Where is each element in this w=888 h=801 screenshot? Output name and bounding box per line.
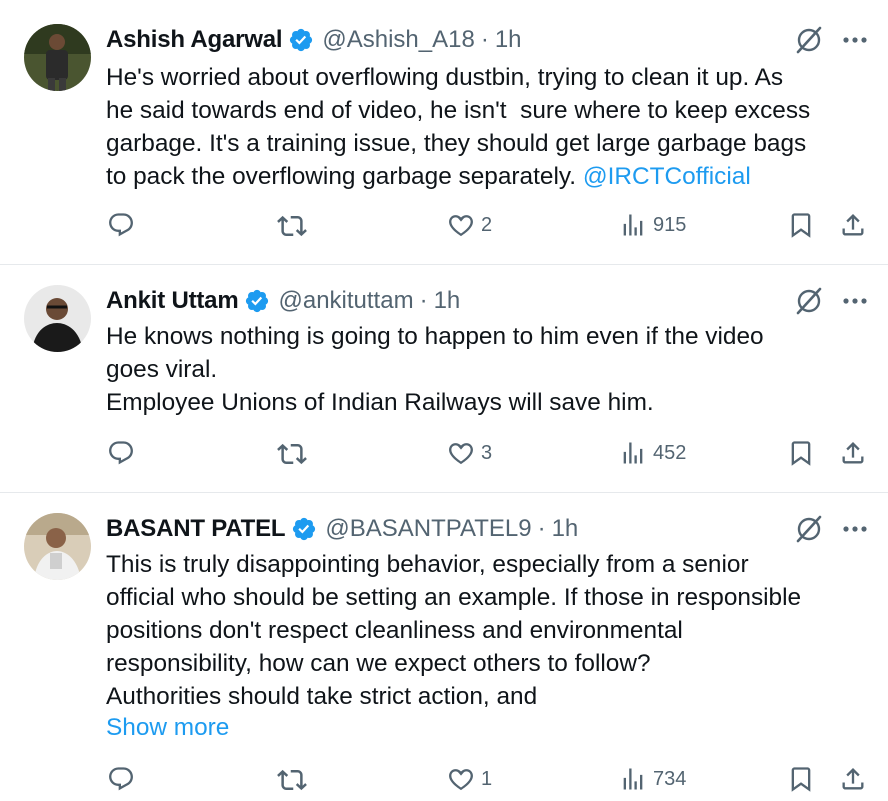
reply-icon — [109, 213, 133, 237]
tweet[interactable]: Ashish Agarwal @Ashish_A18 · 1h He's wor… — [0, 0, 888, 265]
display-name[interactable]: Ankit Uttam — [106, 287, 239, 315]
tweet-header: Ashish Agarwal @Ashish_A18 · 1h — [106, 25, 522, 55]
avatar[interactable] — [24, 24, 91, 91]
timestamp[interactable]: 1h — [552, 515, 579, 543]
heart-icon — [449, 215, 473, 237]
share-icon — [842, 768, 864, 790]
reply-button[interactable] — [107, 439, 135, 467]
reply-button[interactable] — [107, 211, 135, 239]
share-icon — [842, 442, 864, 464]
heart-icon — [449, 769, 473, 791]
tweet-text: He knows nothing is going to happen to h… — [106, 323, 764, 416]
view-count: 915 — [653, 213, 687, 236]
more-options-icon[interactable] — [840, 286, 870, 316]
like-button[interactable]: 2 — [447, 211, 492, 239]
avatar[interactable] — [24, 285, 91, 352]
share-button[interactable] — [839, 211, 867, 239]
bookmark-icon — [791, 441, 811, 466]
share-button[interactable] — [839, 439, 867, 467]
separator-dot: · — [419, 287, 428, 314]
views-button[interactable]: 452 — [619, 439, 686, 467]
verified-badge-icon — [288, 27, 314, 53]
repost-icon — [277, 443, 307, 465]
view-count: 734 — [653, 767, 687, 790]
avatar[interactable] — [24, 513, 91, 580]
repost-button[interactable] — [277, 211, 307, 241]
more-options-icon[interactable] — [840, 514, 870, 544]
like-count: 3 — [481, 441, 493, 464]
tweet-header: Ankit Uttam @ankituttam · 1h — [106, 286, 460, 316]
action-bar: 1 734 — [0, 765, 888, 801]
like-count: 1 — [481, 767, 493, 790]
repost-icon — [277, 215, 307, 237]
heart-icon — [449, 443, 473, 465]
repost-icon — [277, 769, 307, 791]
bookmark-icon — [791, 767, 811, 792]
like-count: 2 — [481, 213, 493, 236]
share-button[interactable] — [839, 765, 867, 793]
views-chart-icon — [623, 442, 643, 464]
reply-icon — [109, 441, 133, 465]
user-handle[interactable]: @ankituttam — [278, 287, 413, 315]
bookmark-button[interactable] — [787, 765, 815, 793]
timestamp[interactable]: 1h — [434, 287, 461, 315]
separator-dot: · — [480, 26, 489, 53]
tweet[interactable]: Ankit Uttam @ankituttam · 1h He knows no… — [0, 265, 888, 493]
tweet-text: This is truly disappointing behavior, es… — [106, 551, 802, 710]
user-handle[interactable]: @Ashish_A18 — [322, 26, 474, 54]
mention-link[interactable]: @IRCTCofficial — [583, 163, 751, 190]
tweet-header: BASANT PATEL @BASANTPATEL9 · 1h — [106, 514, 578, 544]
repost-button[interactable] — [277, 765, 307, 795]
display-name[interactable]: BASANT PATEL — [106, 515, 286, 543]
tweet[interactable]: BASANT PATEL @BASANTPATEL9 · 1h This is … — [0, 493, 888, 793]
views-button[interactable]: 915 — [619, 211, 686, 239]
bookmark-button[interactable] — [787, 211, 815, 239]
views-chart-icon — [623, 768, 643, 790]
grok-icon[interactable] — [792, 284, 826, 318]
verified-badge-icon — [291, 516, 317, 542]
views-button[interactable]: 734 — [619, 765, 686, 793]
like-button[interactable]: 1 — [447, 765, 492, 793]
views-chart-icon — [623, 214, 643, 236]
grok-icon[interactable] — [792, 23, 826, 57]
reply-icon — [109, 767, 133, 791]
view-count: 452 — [653, 441, 687, 464]
display-name[interactable]: Ashish Agarwal — [106, 26, 283, 54]
repost-button[interactable] — [277, 439, 307, 469]
user-handle[interactable]: @BASANTPATEL9 — [325, 515, 531, 543]
bookmark-icon — [791, 213, 811, 238]
timestamp[interactable]: 1h — [495, 26, 522, 54]
like-button[interactable]: 3 — [447, 439, 492, 467]
reply-button[interactable] — [107, 765, 135, 793]
grok-icon[interactable] — [792, 512, 826, 546]
show-more-link[interactable]: Show more — [106, 714, 229, 742]
action-bar: 3 452 — [0, 439, 888, 475]
verified-badge-icon — [244, 288, 270, 314]
more-options-icon[interactable] — [840, 25, 870, 55]
share-icon — [842, 214, 864, 236]
bookmark-button[interactable] — [787, 439, 815, 467]
action-bar: 2 915 — [0, 211, 888, 247]
tweet-text: He's worried about overflowing dustbin, … — [106, 61, 866, 193]
separator-dot: · — [537, 515, 546, 542]
